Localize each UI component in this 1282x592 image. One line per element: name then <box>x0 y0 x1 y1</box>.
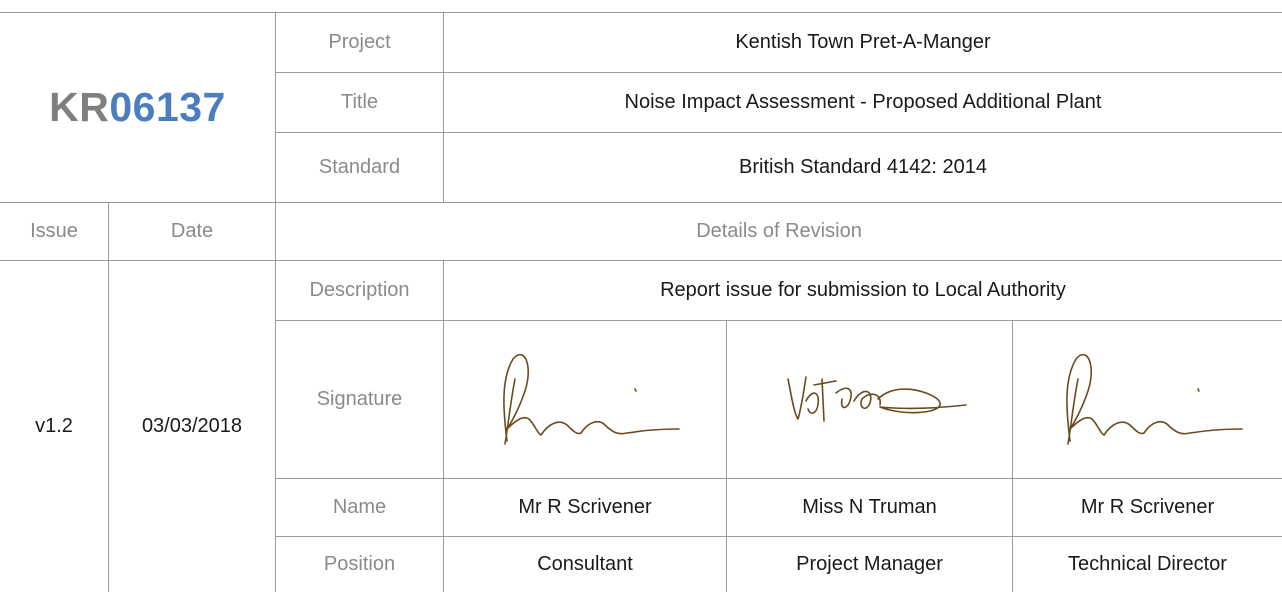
date-value: 03/03/2018 <box>141 414 243 437</box>
title-label: Title <box>340 90 379 113</box>
signature-cell <box>444 320 726 478</box>
date-column-header: Date <box>170 219 214 242</box>
description-value: Report issue for submission to Local Aut… <box>660 278 1066 301</box>
position-label: Position <box>323 552 396 575</box>
document-control-table: KR 06137 Project Kentish Town Pret-A-Mang… <box>0 0 1282 592</box>
standard-label: Standard <box>318 155 401 178</box>
signatory-position: Project Manager <box>796 552 943 575</box>
document-reference: KR 06137 <box>0 12 275 202</box>
signature-scrivener-icon <box>503 353 680 445</box>
name-label: Name <box>332 495 387 518</box>
reference-prefix: KR <box>49 83 110 130</box>
signature-label: Signature <box>316 387 403 410</box>
project-value: Kentish Town Pret-A-Manger <box>735 30 991 53</box>
signature-truman-icon <box>786 376 967 422</box>
description-label: Description <box>309 278 410 301</box>
signatory-name: Mr R Scrivener <box>518 495 652 518</box>
signatory-position: Technical Director <box>1068 552 1227 575</box>
title-value: Noise Impact Assessment - Proposed Addit… <box>624 90 1102 113</box>
issue-value: v1.2 <box>35 414 73 437</box>
signatory-name: Miss N Truman <box>802 495 937 518</box>
issue-column-header: Issue <box>30 219 78 242</box>
signatory-position: Consultant <box>537 552 633 575</box>
standard-value: British Standard 4142: 2014 <box>739 155 987 178</box>
signature-scrivener-icon <box>1065 353 1243 445</box>
signatory-name: Mr R Scrivener <box>1080 495 1215 518</box>
details-column-header: Details of Revision <box>696 219 862 242</box>
signature-cell <box>727 320 1012 478</box>
reference-number: 06137 <box>109 83 226 130</box>
signature-cell <box>1013 320 1282 478</box>
project-label: Project <box>328 30 391 53</box>
